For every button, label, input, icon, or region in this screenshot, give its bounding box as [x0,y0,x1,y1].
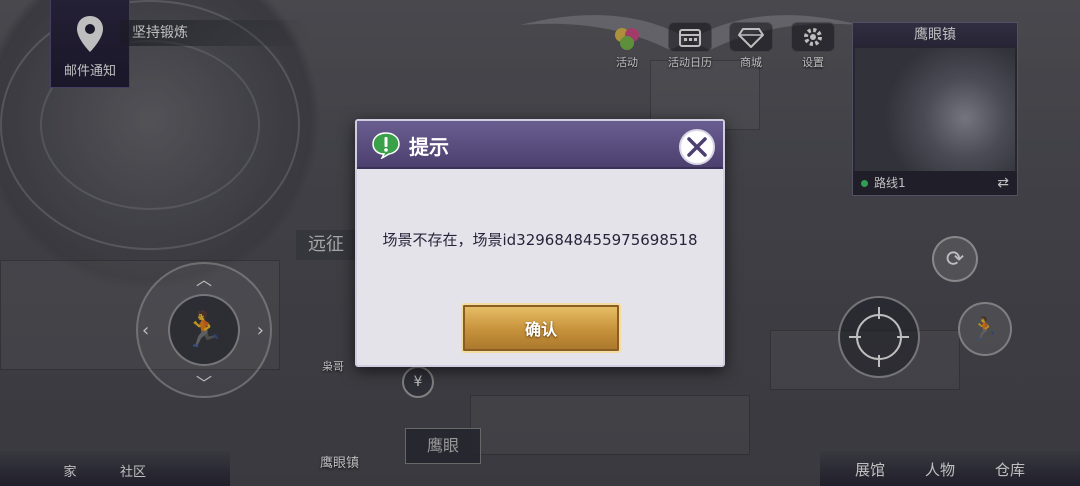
dialog-header: 提示 [357,121,723,169]
dialog-title: 提示 [409,135,449,159]
alert-icon [372,132,400,159]
confirm-label: 确认 [524,320,557,339]
game-scene: 邮件通知 坚持锻炼 活动 活动日历 商城 设置 鹰眼镇 路线1 ⇄ 远征 枭哥 … [0,0,1080,486]
alert-dialog: 提示 场景不存在，场景id3296848455975698518 确认 [355,119,725,367]
close-icon [687,137,707,157]
dialog-message: 场景不存在，场景id3296848455975698518 [382,231,698,249]
confirm-button[interactable]: 确认 [461,303,621,353]
close-button[interactable] [679,129,715,165]
